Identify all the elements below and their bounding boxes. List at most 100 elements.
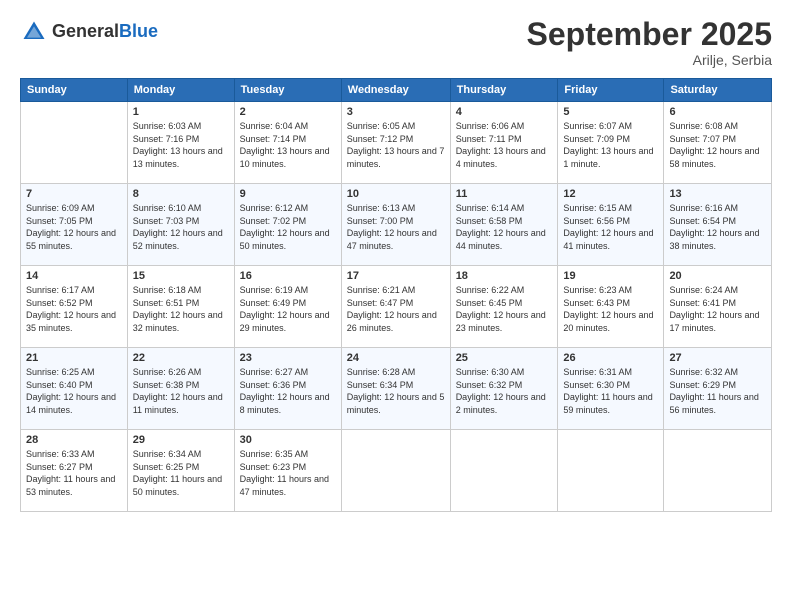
calendar-cell: 11Sunrise: 6:14 AM Sunset: 6:58 PM Dayli…	[450, 184, 558, 266]
day-info: Sunrise: 6:35 AM Sunset: 6:23 PM Dayligh…	[240, 448, 336, 498]
day-number: 3	[347, 106, 445, 118]
weekday-header-thursday: Thursday	[450, 79, 558, 102]
day-info: Sunrise: 6:32 AM Sunset: 6:29 PM Dayligh…	[669, 366, 766, 416]
day-info: Sunrise: 6:09 AM Sunset: 7:05 PM Dayligh…	[26, 202, 122, 252]
calendar-cell: 6 Sunrise: 6:08 AM Sunset: 7:07 PM Daylig…	[664, 102, 772, 184]
day-number: 28	[26, 434, 122, 446]
title-block: September 2025 Arilje, Serbia	[527, 18, 772, 68]
day-number: 29	[133, 434, 229, 446]
weekday-header-sunday: Sunday	[21, 79, 128, 102]
calendar-header: SundayMondayTuesdayWednesdayThursdayFrid…	[21, 79, 772, 102]
calendar-cell: 17 Sunrise: 6:21 AM Sunset: 6:47 PM Dayli…	[341, 266, 450, 348]
day-number: 14	[26, 270, 122, 282]
calendar-cell: 24Sunrise: 6:28 AM Sunset: 6:34 PM Dayli…	[341, 348, 450, 430]
calendar-cell: 13Sunrise: 6:16 AM Sunset: 6:54 PM Dayli…	[664, 184, 772, 266]
week-row-2: 7 Sunrise: 6:09 AM Sunset: 7:05 PM Daylig…	[21, 184, 772, 266]
day-number: 13	[669, 188, 766, 200]
day-number: 10	[347, 188, 445, 200]
calendar-cell: 25 Sunrise: 6:30 AM Sunset: 6:32 PM Dayli…	[450, 348, 558, 430]
day-info: Sunrise: 6:21 AM Sunset: 6:47 PM Dayligh…	[347, 284, 445, 334]
week-row-5: 28 Sunrise: 6:33 AM Sunset: 6:27 PM Dayli…	[21, 430, 772, 512]
calendar-cell	[450, 430, 558, 512]
calendar-body: 1Sunrise: 6:03 AM Sunset: 7:16 PM Daylig…	[21, 102, 772, 512]
day-number: 4	[456, 106, 553, 118]
day-number: 2	[240, 106, 336, 118]
calendar-cell: 29 Sunrise: 6:34 AM Sunset: 6:25 PM Dayli…	[127, 430, 234, 512]
weekday-header-friday: Friday	[558, 79, 664, 102]
day-info: Sunrise: 6:07 AM Sunset: 7:09 PM Dayligh…	[563, 120, 658, 170]
day-number: 26	[563, 352, 658, 364]
calendar-cell: 5 Sunrise: 6:07 AM Sunset: 7:09 PM Daylig…	[558, 102, 664, 184]
calendar-cell: 4Sunrise: 6:06 AM Sunset: 7:11 PM Daylig…	[450, 102, 558, 184]
logo-icon	[20, 18, 48, 46]
week-row-3: 14Sunrise: 6:17 AM Sunset: 6:52 PM Dayli…	[21, 266, 772, 348]
calendar-cell	[664, 430, 772, 512]
calendar-cell: 28 Sunrise: 6:33 AM Sunset: 6:27 PM Dayli…	[21, 430, 128, 512]
weekday-header-tuesday: Tuesday	[234, 79, 341, 102]
day-info: Sunrise: 6:14 AM Sunset: 6:58 PM Dayligh…	[456, 202, 553, 252]
weekday-header-monday: Monday	[127, 79, 234, 102]
day-info: Sunrise: 6:15 AM Sunset: 6:56 PM Dayligh…	[563, 202, 658, 252]
weekday-header-row: SundayMondayTuesdayWednesdayThursdayFrid…	[21, 79, 772, 102]
day-number: 20	[669, 270, 766, 282]
day-number: 21	[26, 352, 122, 364]
day-info: Sunrise: 6:10 AM Sunset: 7:03 PM Dayligh…	[133, 202, 229, 252]
calendar-cell: 1Sunrise: 6:03 AM Sunset: 7:16 PM Daylig…	[127, 102, 234, 184]
calendar-page: GeneralBlue September 2025 Arilje, Serbi…	[0, 0, 792, 612]
day-number: 7	[26, 188, 122, 200]
calendar-cell: 18Sunrise: 6:22 AM Sunset: 6:45 PM Dayli…	[450, 266, 558, 348]
day-info: Sunrise: 6:30 AM Sunset: 6:32 PM Dayligh…	[456, 366, 553, 416]
weekday-header-wednesday: Wednesday	[341, 79, 450, 102]
calendar-cell	[341, 430, 450, 512]
day-number: 25	[456, 352, 553, 364]
logo: GeneralBlue	[20, 18, 158, 46]
week-row-4: 21 Sunrise: 6:25 AM Sunset: 6:40 PM Dayli…	[21, 348, 772, 430]
calendar-cell: 3Sunrise: 6:05 AM Sunset: 7:12 PM Daylig…	[341, 102, 450, 184]
day-number: 6	[669, 106, 766, 118]
calendar-cell: 21 Sunrise: 6:25 AM Sunset: 6:40 PM Dayli…	[21, 348, 128, 430]
day-info: Sunrise: 6:18 AM Sunset: 6:51 PM Dayligh…	[133, 284, 229, 334]
day-number: 19	[563, 270, 658, 282]
day-number: 12	[563, 188, 658, 200]
day-number: 5	[563, 106, 658, 118]
day-number: 15	[133, 270, 229, 282]
calendar-cell: 23 Sunrise: 6:27 AM Sunset: 6:36 PM Dayli…	[234, 348, 341, 430]
calendar-cell: 20 Sunrise: 6:24 AM Sunset: 6:41 PM Dayli…	[664, 266, 772, 348]
day-info: Sunrise: 6:31 AM Sunset: 6:30 PM Dayligh…	[563, 366, 658, 416]
calendar-cell: 10 Sunrise: 6:13 AM Sunset: 7:00 PM Dayli…	[341, 184, 450, 266]
calendar-cell: 8Sunrise: 6:10 AM Sunset: 7:03 PM Daylig…	[127, 184, 234, 266]
day-info: Sunrise: 6:03 AM Sunset: 7:16 PM Dayligh…	[133, 120, 229, 170]
calendar-cell: 15 Sunrise: 6:18 AM Sunset: 6:51 PM Dayli…	[127, 266, 234, 348]
calendar-cell: 9 Sunrise: 6:12 AM Sunset: 7:02 PM Daylig…	[234, 184, 341, 266]
day-info: Sunrise: 6:33 AM Sunset: 6:27 PM Dayligh…	[26, 448, 122, 498]
calendar-cell	[558, 430, 664, 512]
day-info: Sunrise: 6:24 AM Sunset: 6:41 PM Dayligh…	[669, 284, 766, 334]
week-row-1: 1Sunrise: 6:03 AM Sunset: 7:16 PM Daylig…	[21, 102, 772, 184]
calendar-cell: 2 Sunrise: 6:04 AM Sunset: 7:14 PM Daylig…	[234, 102, 341, 184]
day-info: Sunrise: 6:27 AM Sunset: 6:36 PM Dayligh…	[240, 366, 336, 416]
day-number: 17	[347, 270, 445, 282]
day-info: Sunrise: 6:19 AM Sunset: 6:49 PM Dayligh…	[240, 284, 336, 334]
day-info: Sunrise: 6:13 AM Sunset: 7:00 PM Dayligh…	[347, 202, 445, 252]
day-number: 23	[240, 352, 336, 364]
day-info: Sunrise: 6:34 AM Sunset: 6:25 PM Dayligh…	[133, 448, 229, 498]
day-info: Sunrise: 6:04 AM Sunset: 7:14 PM Dayligh…	[240, 120, 336, 170]
calendar-cell: 19Sunrise: 6:23 AM Sunset: 6:43 PM Dayli…	[558, 266, 664, 348]
day-number: 22	[133, 352, 229, 364]
day-number: 16	[240, 270, 336, 282]
day-number: 24	[347, 352, 445, 364]
day-number: 30	[240, 434, 336, 446]
day-info: Sunrise: 6:25 AM Sunset: 6:40 PM Dayligh…	[26, 366, 122, 416]
calendar-cell: 16 Sunrise: 6:19 AM Sunset: 6:49 PM Dayli…	[234, 266, 341, 348]
calendar-cell: 7 Sunrise: 6:09 AM Sunset: 7:05 PM Daylig…	[21, 184, 128, 266]
month-title: September 2025	[527, 18, 772, 50]
day-info: Sunrise: 6:08 AM Sunset: 7:07 PM Dayligh…	[669, 120, 766, 170]
calendar-cell: 12 Sunrise: 6:15 AM Sunset: 6:56 PM Dayli…	[558, 184, 664, 266]
day-number: 27	[669, 352, 766, 364]
logo-text: GeneralBlue	[52, 22, 158, 42]
day-info: Sunrise: 6:26 AM Sunset: 6:38 PM Dayligh…	[133, 366, 229, 416]
calendar-cell: 26 Sunrise: 6:31 AM Sunset: 6:30 PM Dayli…	[558, 348, 664, 430]
day-info: Sunrise: 6:12 AM Sunset: 7:02 PM Dayligh…	[240, 202, 336, 252]
header: GeneralBlue September 2025 Arilje, Serbi…	[20, 18, 772, 68]
day-number: 9	[240, 188, 336, 200]
